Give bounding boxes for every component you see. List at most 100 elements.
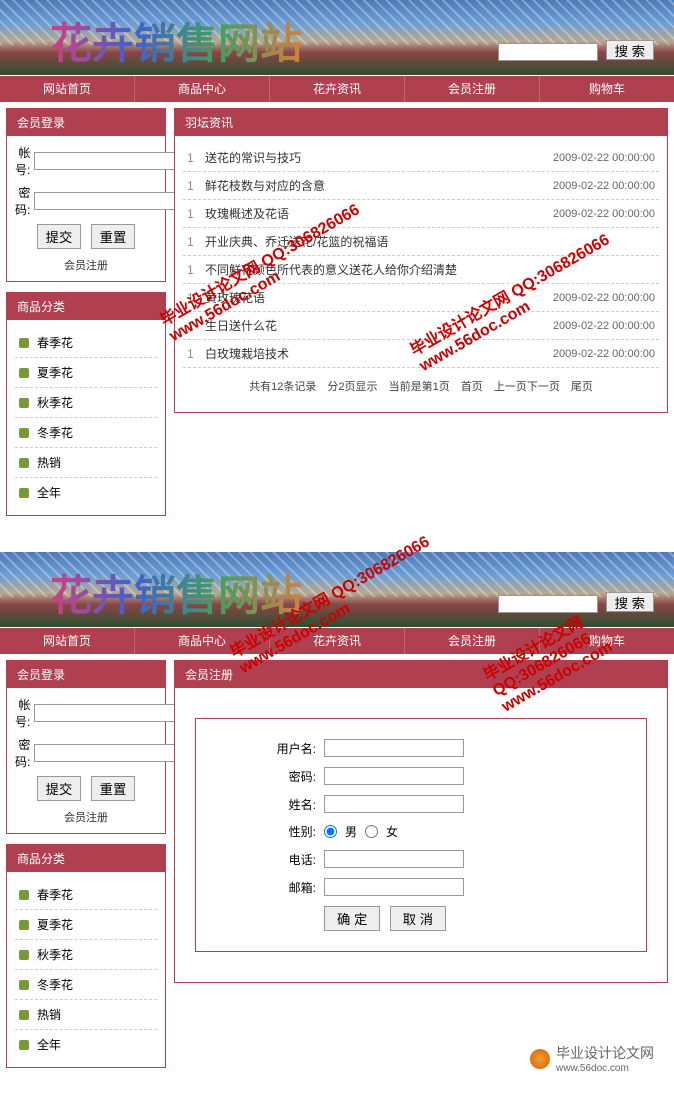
- news-header: 羽坛资讯: [175, 109, 667, 136]
- bullet-icon: [19, 980, 29, 990]
- bullet-icon: [19, 458, 29, 468]
- news-item: 1玫瑰概述及花语2009-02-22 00:00:00: [183, 200, 659, 228]
- news-link[interactable]: 生日送什么花: [205, 317, 553, 334]
- gender-female-radio[interactable]: [365, 825, 378, 838]
- news-link[interactable]: 黄玫瑰花语: [205, 289, 553, 306]
- footer-logo: 毕业设计论文网 www.56doc.com: [530, 1043, 654, 1074]
- categories-panel: 商品分类 春季花 夏季花 秋季花 冬季花 热销 全年: [6, 844, 166, 1068]
- bullet-icon: [19, 368, 29, 378]
- register-panel: 会员注册 用户名: 密码: 姓名:: [174, 660, 668, 983]
- category-item[interactable]: 全年: [15, 1030, 157, 1059]
- gender-male-radio[interactable]: [324, 825, 337, 838]
- news-link[interactable]: 玫瑰概述及花语: [205, 205, 553, 222]
- main-nav: 网站首页 商品中心 花卉资讯 会员注册 购物车: [0, 628, 674, 654]
- category-item[interactable]: 夏季花: [15, 910, 157, 940]
- news-link[interactable]: 开业庆典、乔迁送花/花篮的祝福语: [205, 233, 655, 250]
- nav-cart[interactable]: 购物车: [540, 76, 674, 102]
- news-item: 1不同鲜花颜色所代表的意义送花人给你介绍清楚: [183, 256, 659, 284]
- bullet-icon: [19, 488, 29, 498]
- register-header: 会员注册: [175, 661, 667, 688]
- submit-button[interactable]: 提交: [37, 224, 82, 249]
- category-item[interactable]: 夏季花: [15, 358, 157, 388]
- categories-panel: 商品分类 春季花 夏季花 秋季花 冬季花 热销 全年: [6, 292, 166, 516]
- page-last[interactable]: 尾页: [571, 381, 593, 393]
- nav-register[interactable]: 会员注册: [405, 628, 540, 654]
- phone-label: 电话:: [226, 851, 316, 868]
- news-item: 1开业庆典、乔迁送花/花篮的祝福语: [183, 228, 659, 256]
- news-link[interactable]: 鲜花枝数与对应的含意: [205, 177, 553, 194]
- news-item: 1送花的常识与技巧2009-02-22 00:00:00: [183, 144, 659, 172]
- account-label: 帐号:: [15, 144, 30, 178]
- phone-input[interactable]: [324, 850, 464, 868]
- banner: 花卉销售网站 搜 索: [0, 552, 674, 627]
- bullet-icon: [19, 428, 29, 438]
- category-item[interactable]: 热销: [15, 1000, 157, 1030]
- account-label: 帐号:: [15, 696, 30, 730]
- nav-products[interactable]: 商品中心: [135, 628, 270, 654]
- main-nav: 网站首页 商品中心 花卉资讯 会员注册 购物车: [0, 76, 674, 102]
- category-item[interactable]: 全年: [15, 478, 157, 507]
- bullet-icon: [19, 890, 29, 900]
- search-input[interactable]: [498, 595, 598, 613]
- bullet-icon: [19, 1010, 29, 1020]
- login-header: 会员登录: [7, 109, 165, 136]
- category-item[interactable]: 春季花: [15, 328, 157, 358]
- news-panel: 羽坛资讯 1送花的常识与技巧2009-02-22 00:00:00 1鲜花枝数与…: [174, 108, 668, 413]
- site-title: 花卉销售网站: [50, 562, 302, 623]
- news-link[interactable]: 不同鲜花颜色所代表的意义送花人给你介绍清楚: [205, 261, 655, 278]
- nav-news[interactable]: 花卉资讯: [270, 76, 405, 102]
- password-label: 密码:: [15, 736, 30, 770]
- name-input[interactable]: [324, 795, 464, 813]
- search-button[interactable]: 搜 索: [606, 592, 654, 612]
- submit-button[interactable]: 提交: [37, 776, 82, 801]
- page-first[interactable]: 首页: [461, 381, 483, 393]
- pagination: 共有12条记录 分2页显示 当前是第1页 首页 上一页下一页 尾页: [183, 368, 659, 404]
- cancel-button[interactable]: 取 消: [390, 906, 446, 931]
- nav-news[interactable]: 花卉资讯: [270, 628, 405, 654]
- category-item[interactable]: 冬季花: [15, 970, 157, 1000]
- category-item[interactable]: 冬季花: [15, 418, 157, 448]
- reset-button[interactable]: 重置: [91, 776, 136, 801]
- username-input[interactable]: [324, 739, 464, 757]
- news-item: 1白玫瑰栽培技术2009-02-22 00:00:00: [183, 340, 659, 368]
- reset-button[interactable]: 重置: [91, 224, 136, 249]
- bullet-icon: [19, 920, 29, 930]
- news-link[interactable]: 白玫瑰栽培技术: [205, 345, 553, 362]
- password-label: 密码:: [15, 184, 30, 218]
- bullet-icon: [19, 1040, 29, 1050]
- confirm-button[interactable]: 确 定: [324, 906, 380, 931]
- nav-cart[interactable]: 购物车: [540, 628, 674, 654]
- news-item: 1生日送什么花2009-02-22 00:00:00: [183, 312, 659, 340]
- categories-header: 商品分类: [7, 293, 165, 320]
- bullet-icon: [19, 338, 29, 348]
- nav-home[interactable]: 网站首页: [0, 628, 135, 654]
- news-item: 1鲜花枝数与对应的含意2009-02-22 00:00:00: [183, 172, 659, 200]
- category-item[interactable]: 春季花: [15, 880, 157, 910]
- news-link[interactable]: 送花的常识与技巧: [205, 149, 553, 166]
- categories-header: 商品分类: [7, 845, 165, 872]
- register-link[interactable]: 会员注册: [15, 257, 157, 273]
- nav-products[interactable]: 商品中心: [135, 76, 270, 102]
- login-panel: 会员登录 帐号: 密码: 提交 重置 会员注册: [6, 660, 166, 834]
- category-item[interactable]: 热销: [15, 448, 157, 478]
- username-label: 用户名:: [226, 740, 316, 757]
- news-list: 1送花的常识与技巧2009-02-22 00:00:00 1鲜花枝数与对应的含意…: [183, 144, 659, 368]
- register-link[interactable]: 会员注册: [15, 809, 157, 825]
- email-label: 邮箱:: [226, 879, 316, 896]
- nav-home[interactable]: 网站首页: [0, 76, 135, 102]
- gender-label: 性别:: [226, 823, 316, 840]
- page-prevnext[interactable]: 上一页下一页: [494, 381, 560, 393]
- banner: 花卉销售网站 搜 索: [0, 0, 674, 75]
- search-input[interactable]: [498, 43, 598, 61]
- login-header: 会员登录: [7, 661, 165, 688]
- email-input[interactable]: [324, 878, 464, 896]
- category-item[interactable]: 秋季花: [15, 940, 157, 970]
- search-box: 搜 索: [498, 40, 654, 61]
- logo-icon: [530, 1049, 550, 1069]
- search-button[interactable]: 搜 索: [606, 40, 654, 60]
- bullet-icon: [19, 950, 29, 960]
- search-box: 搜 索: [498, 592, 654, 613]
- nav-register[interactable]: 会员注册: [405, 76, 540, 102]
- category-item[interactable]: 秋季花: [15, 388, 157, 418]
- reg-password-input[interactable]: [324, 767, 464, 785]
